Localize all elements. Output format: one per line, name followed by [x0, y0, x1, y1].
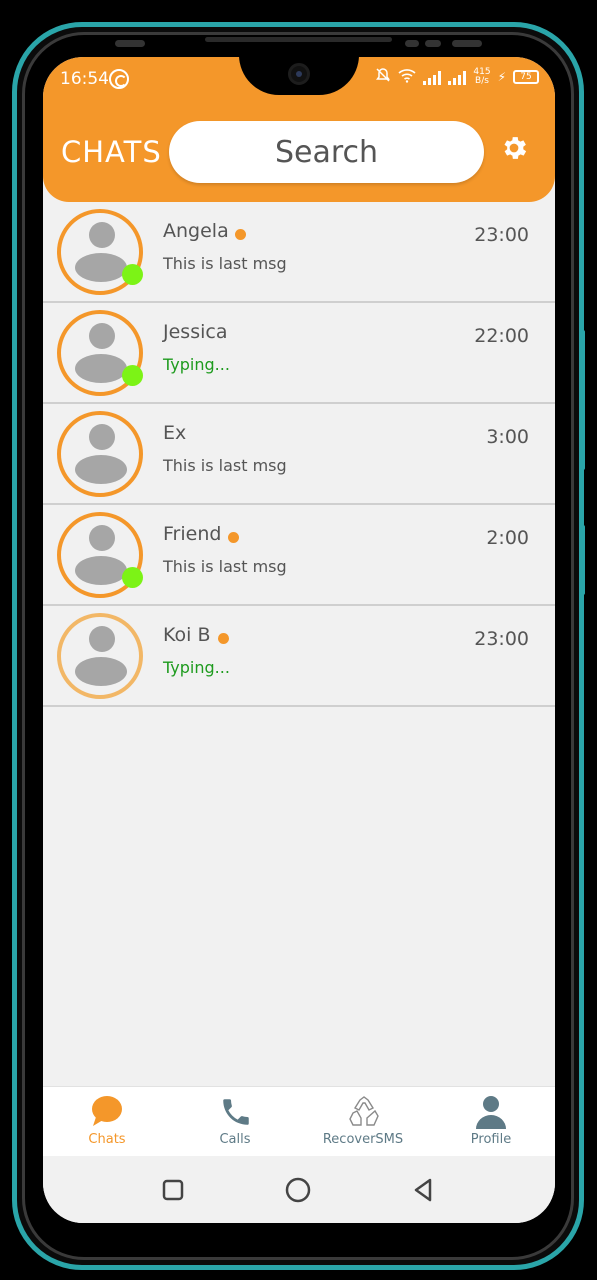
chat-row-angela[interactable]: Angela This is last msg 23:00: [43, 202, 555, 303]
contact-name: Angela: [163, 220, 229, 242]
sync-icon: [109, 69, 129, 89]
chat-row-friend[interactable]: Friend This is last msg 2:00: [43, 505, 555, 606]
message-time: 2:00: [486, 527, 529, 549]
sensor: [452, 40, 482, 47]
unread-dot: [218, 633, 229, 644]
tab-chats[interactable]: Chats: [43, 1087, 171, 1157]
unread-dot: [235, 229, 246, 240]
chat-bubble-icon: [91, 1095, 123, 1127]
gear-icon[interactable]: [499, 133, 533, 167]
wifi-icon: [398, 68, 416, 87]
typing-status: Typing...: [163, 355, 230, 374]
avatar: [57, 411, 143, 497]
tab-recoversms[interactable]: RecoverSMS: [299, 1087, 427, 1157]
back-button[interactable]: [409, 1176, 437, 1204]
home-button[interactable]: [284, 1176, 312, 1204]
avatar: [57, 613, 143, 699]
net-speed-unit: B/s: [475, 76, 489, 86]
tab-profile[interactable]: Profile: [427, 1087, 555, 1157]
person-icon: [475, 1095, 507, 1129]
chat-row-ex[interactable]: Ex This is last msg 3:00: [43, 404, 555, 505]
charging-icon: ⚡: [497, 70, 506, 84]
contact-name: Ex: [163, 422, 187, 444]
bell-off-icon: [375, 67, 391, 87]
tab-label: Calls: [219, 1132, 251, 1147]
chat-row-jessica[interactable]: Jessica Typing... 22:00: [43, 303, 555, 404]
message-time: 23:00: [474, 628, 529, 650]
online-indicator: [122, 365, 143, 386]
app-screen: 16:54 415 B/s ⚡ 75 CHATS Search Angela T…: [43, 57, 555, 1223]
last-message: This is last msg: [163, 557, 287, 576]
message-time: 22:00: [474, 325, 529, 347]
app-header: 16:54 415 B/s ⚡ 75 CHATS: [43, 57, 555, 202]
page-title: CHATS: [61, 135, 162, 169]
online-indicator: [122, 264, 143, 285]
battery-icon: 75: [513, 70, 539, 84]
unread-dot: [228, 532, 239, 543]
contact-name: Jessica: [163, 321, 228, 343]
recycle-icon: [347, 1095, 379, 1127]
tab-label: Chats: [88, 1132, 126, 1147]
online-indicator: [122, 567, 143, 588]
message-time: 3:00: [486, 426, 529, 448]
signal-icon: [448, 69, 467, 85]
search-input[interactable]: [169, 121, 484, 183]
system-nav-bar: [43, 1156, 555, 1223]
status-icons: 415 B/s ⚡ 75: [375, 67, 539, 87]
chat-list: Angela This is last msg 23:00 Jessica Ty…: [43, 202, 555, 707]
front-camera: [288, 63, 310, 85]
status-time: 16:54: [60, 69, 109, 89]
recents-button[interactable]: [159, 1176, 187, 1204]
tab-label: RecoverSMS: [322, 1132, 404, 1147]
contact-name: Friend: [163, 523, 222, 545]
phone-icon: [219, 1095, 251, 1127]
tab-calls[interactable]: Calls: [171, 1087, 299, 1157]
power-button: [581, 525, 585, 595]
message-time: 23:00: [474, 224, 529, 246]
signal-icon: [423, 69, 442, 85]
typing-status: Typing...: [163, 658, 230, 677]
earpiece-speaker: [205, 37, 392, 42]
tab-label: Profile: [470, 1132, 512, 1147]
chat-row-koi-b[interactable]: Koi B Typing... 23:00: [43, 606, 555, 707]
last-message: This is last msg: [163, 456, 287, 475]
net-speed: 415 B/s: [473, 68, 490, 86]
volume-button: [581, 330, 585, 470]
last-message: This is last msg: [163, 254, 287, 273]
contact-name: Koi B: [163, 624, 211, 646]
sensor: [115, 40, 145, 47]
sensor: [405, 40, 419, 47]
bottom-nav: Chats Calls RecoverSMS Profile: [43, 1086, 555, 1156]
sensor: [425, 40, 441, 47]
